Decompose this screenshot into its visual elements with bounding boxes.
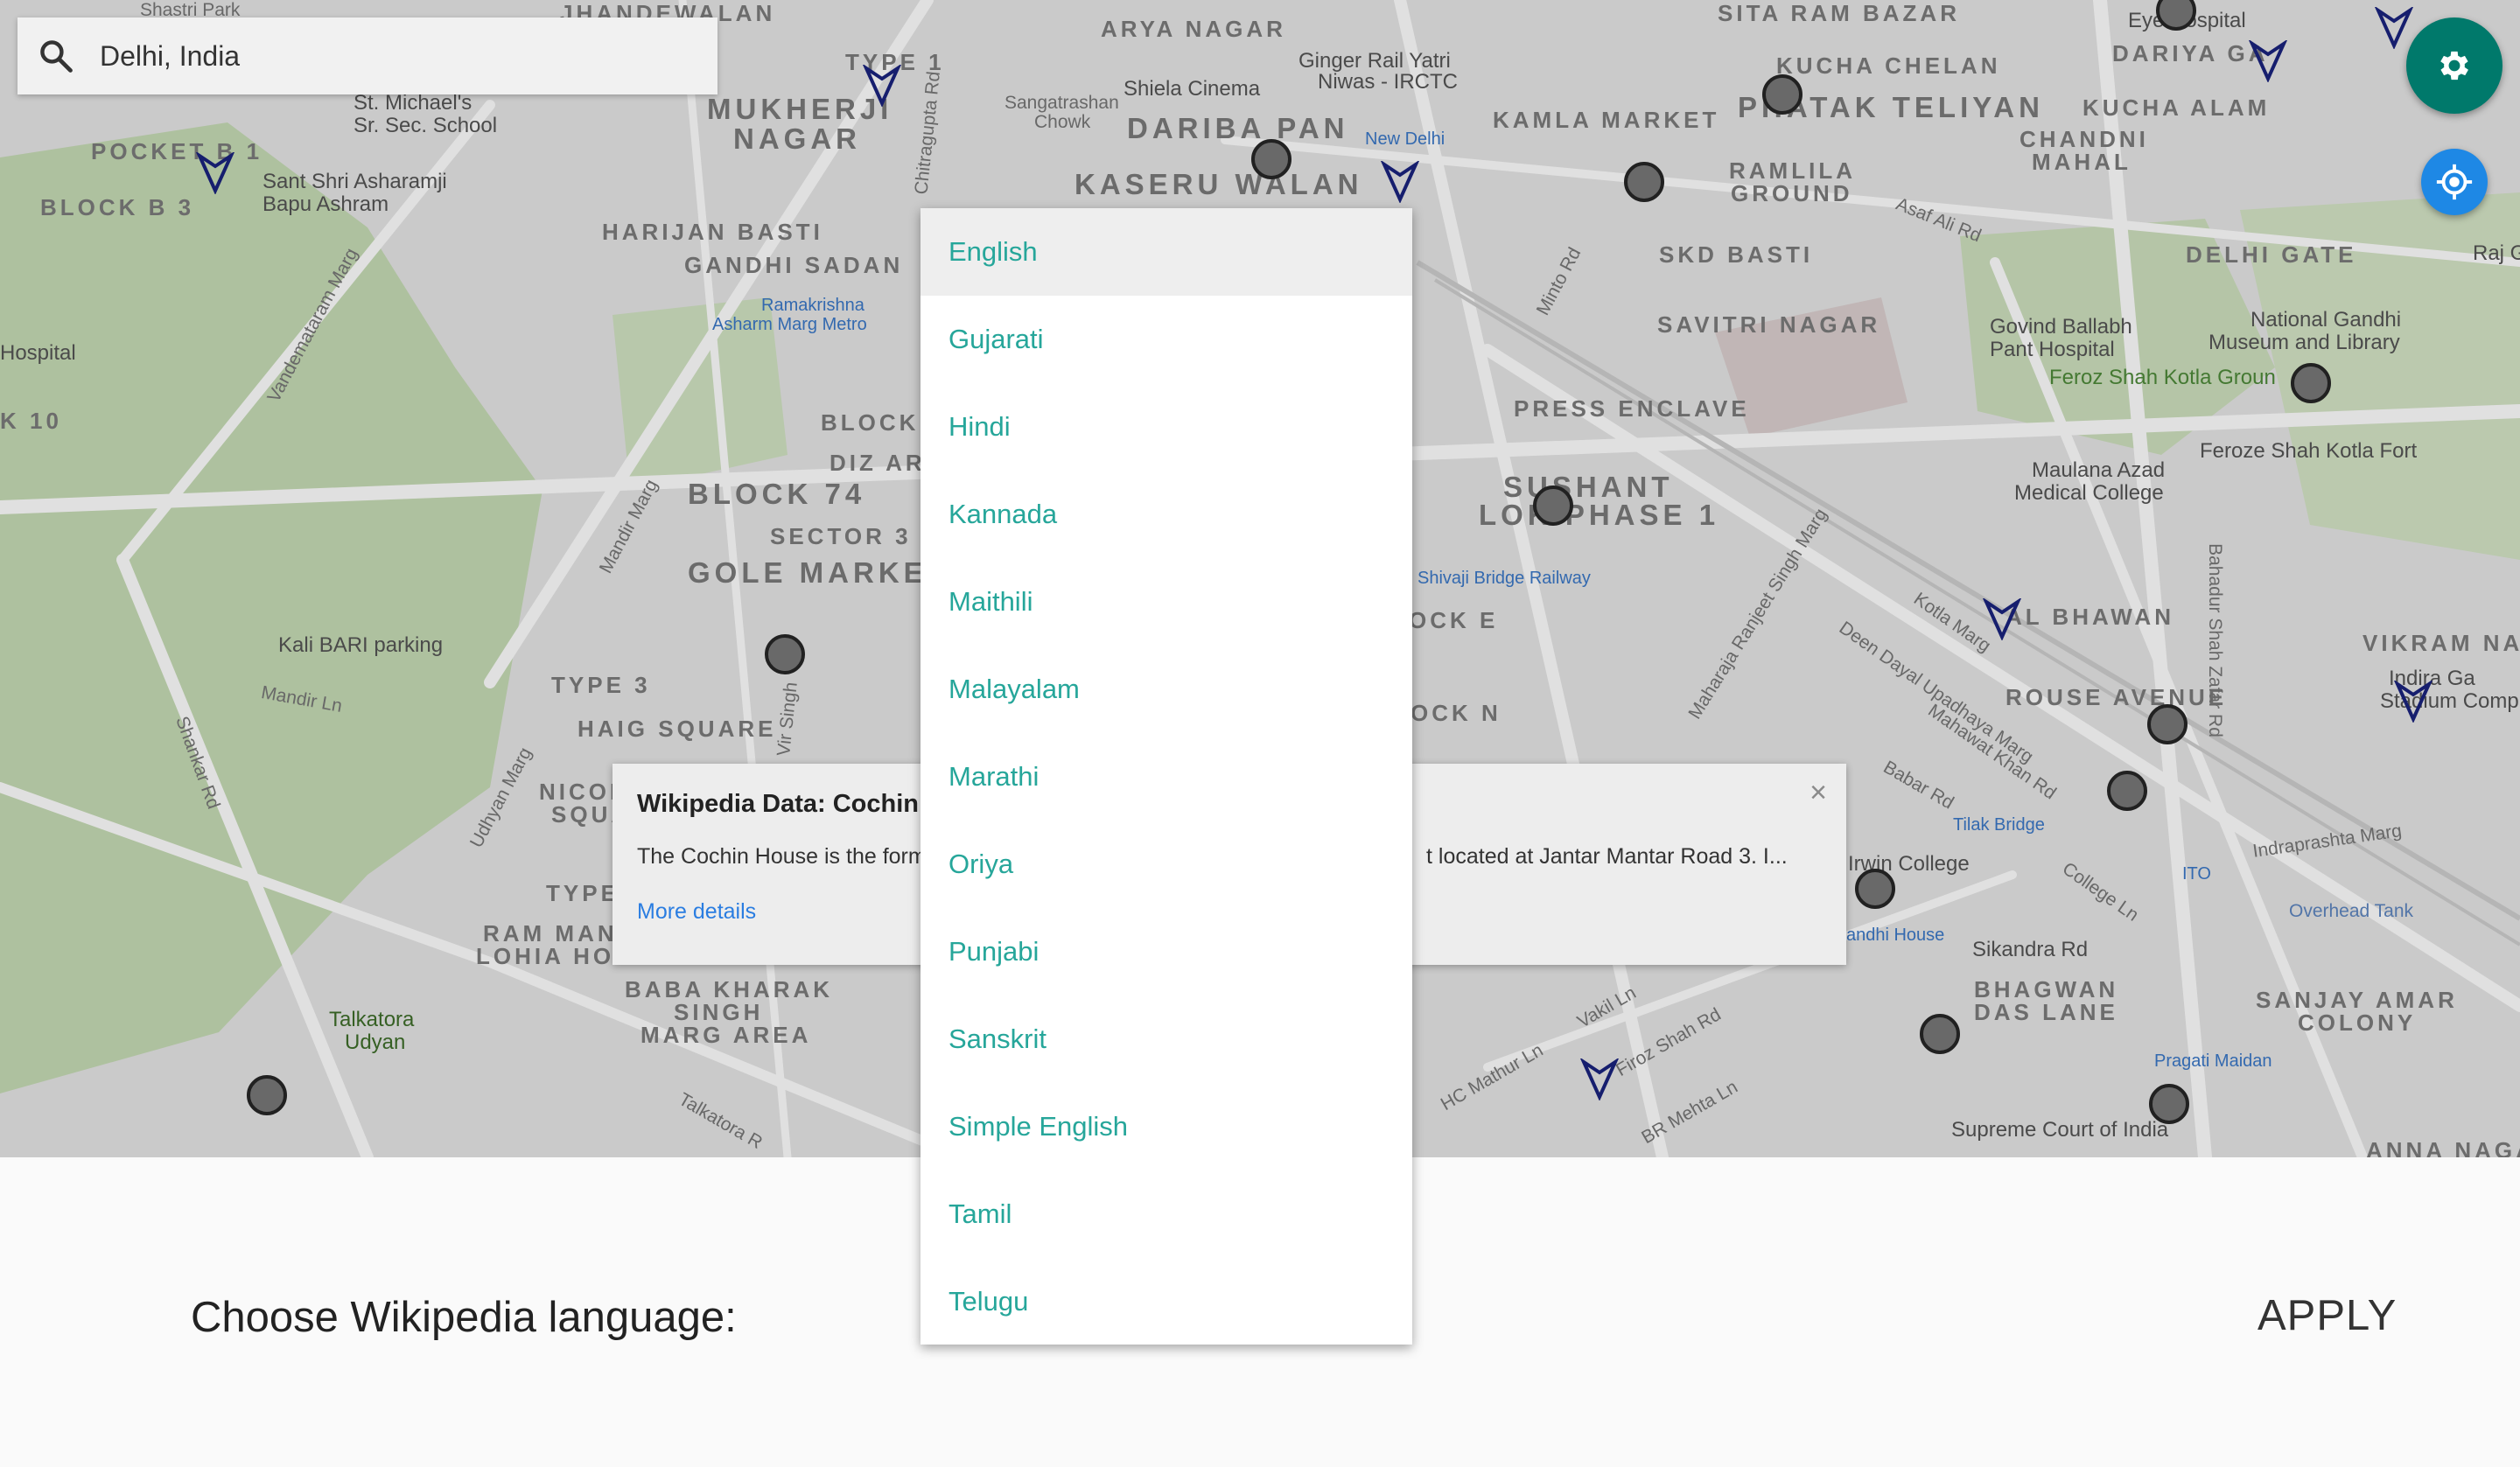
info-window-body-continued: t located at Jantar Mantar Road 3. I... — [1426, 844, 1788, 869]
apply-button[interactable]: APPLY — [2258, 1291, 2397, 1340]
language-option-sanskrit[interactable]: Sanskrit — [920, 995, 1412, 1083]
settings-button[interactable] — [2406, 17, 2502, 114]
info-window-title: Wikipedia Data: Cochin H — [637, 790, 945, 818]
language-option-hindi[interactable]: Hindi — [920, 383, 1412, 471]
language-option-tamil[interactable]: Tamil — [920, 1170, 1412, 1258]
language-option-english[interactable]: English — [920, 208, 1412, 296]
language-option-marathi[interactable]: Marathi — [920, 733, 1412, 821]
info-window-body: The Cochin House is the form — [637, 844, 927, 869]
gear-icon — [2440, 51, 2468, 80]
search-bar[interactable] — [18, 17, 718, 94]
language-option-oriya[interactable]: Oriya — [920, 821, 1412, 908]
language-dropdown[interactable]: English Gujarati Hindi Kannada Maithili … — [920, 208, 1412, 1345]
my-location-icon — [2436, 164, 2473, 200]
language-label: Choose Wikipedia language: — [191, 1294, 737, 1341]
language-option-kannada[interactable]: Kannada — [920, 471, 1412, 558]
my-location-button[interactable] — [2421, 149, 2488, 215]
language-option-maithili[interactable]: Maithili — [920, 558, 1412, 646]
more-details-link[interactable]: More details — [637, 899, 756, 925]
search-icon[interactable] — [37, 37, 75, 75]
language-option-malayalam[interactable]: Malayalam — [920, 646, 1412, 733]
language-option-gujarati[interactable]: Gujarati — [920, 296, 1412, 383]
close-icon[interactable]: × — [1810, 776, 1827, 810]
language-option-simple-english[interactable]: Simple English — [920, 1083, 1412, 1170]
search-input[interactable] — [98, 38, 670, 73]
language-option-punjabi[interactable]: Punjabi — [920, 908, 1412, 995]
language-option-telugu[interactable]: Telugu — [920, 1258, 1412, 1345]
